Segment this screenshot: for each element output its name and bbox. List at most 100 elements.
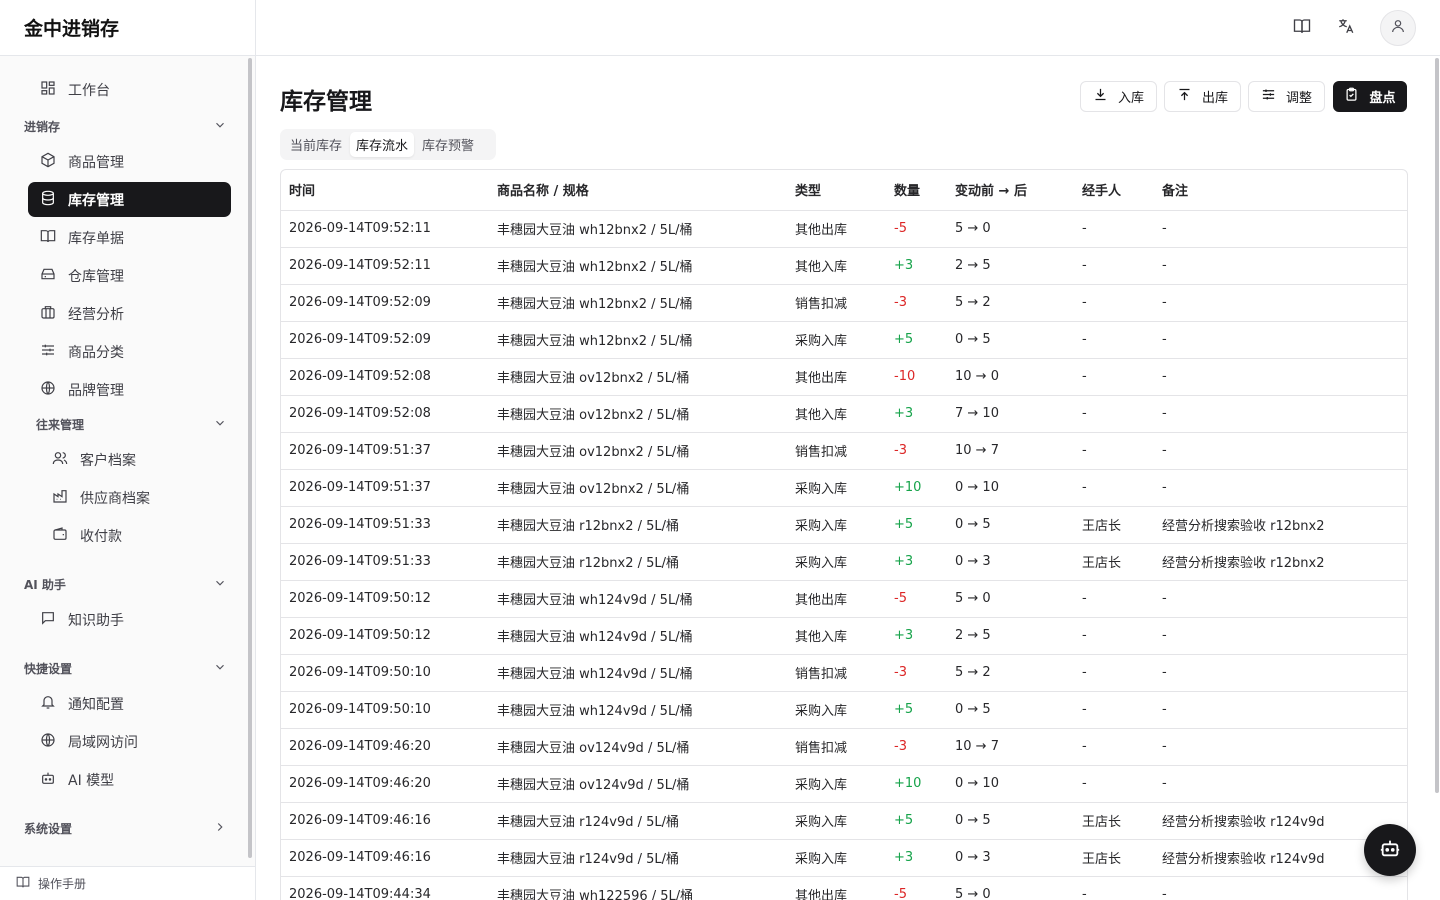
sidebar-item-analytics[interactable]: 经营分析 <box>28 296 231 331</box>
stocktake-button[interactable]: 盘点 <box>1333 81 1407 112</box>
cell-product: 丰穗园大豆油 ov12bnx2 / 5L/桶 <box>489 395 787 433</box>
cell-change: 5 → 2 <box>947 284 1074 322</box>
sidebar-item-ai-model[interactable]: AI 模型 <box>28 762 231 797</box>
cell-time: 2026-09-14T09:52:08 <box>281 358 489 396</box>
outbound-button[interactable]: 出库 <box>1164 81 1241 112</box>
cell-type: 采购入库 <box>787 802 886 840</box>
sidebar-item-brands[interactable]: 品牌管理 <box>28 372 231 407</box>
cell-handler: - <box>1074 617 1154 655</box>
inventory-tabs: 当前库存 库存流水 库存预警 <box>280 129 496 160</box>
sidebar: 金中进销存 工作台 进销存 商品管理 库存管理 库存单据 仓库管理 经营分析 商… <box>0 0 256 900</box>
sidebar-scrollbar[interactable] <box>248 58 252 858</box>
sidebar-item-warehouse[interactable]: 仓库管理 <box>28 258 231 293</box>
table-row[interactable]: 2026-09-14T09:46:20 丰穗园大豆油 ov124v9d / 5L/… <box>281 765 1407 803</box>
language-button[interactable] <box>1330 12 1362 44</box>
sidebar-item-label: 仓库管理 <box>68 268 124 285</box>
column-header-product[interactable]: 商品名称 / 规格 <box>489 170 787 211</box>
column-header-handler[interactable]: 经手人 <box>1074 170 1154 211</box>
user-avatar[interactable] <box>1380 10 1416 46</box>
dashboard-icon <box>40 80 56 100</box>
cell-type: 其他入库 <box>787 617 886 655</box>
cell-change: 0 → 3 <box>947 839 1074 877</box>
table-row[interactable]: 2026-09-14T09:51:37 丰穗园大豆油 ov12bnx2 / 5L/… <box>281 469 1407 507</box>
sidebar-item-label: 库存单据 <box>68 230 124 247</box>
table-row[interactable]: 2026-09-14T09:51:33 丰穗园大豆油 r12bnx2 / 5L/桶… <box>281 543 1407 581</box>
package-icon <box>40 152 56 172</box>
sidebar-item-label: 知识助手 <box>68 612 124 629</box>
tab-current-stock[interactable]: 当前库存 <box>284 132 348 157</box>
sidebar-item-label: 局域网访问 <box>68 734 138 751</box>
table-row[interactable]: 2026-09-14T09:52:11 丰穗园大豆油 wh12bnx2 / 5L/… <box>281 210 1407 248</box>
group-inventory[interactable]: 进销存 <box>24 114 231 138</box>
table-row[interactable]: 2026-09-14T09:50:12 丰穗园大豆油 wh124v9d / 5L/… <box>281 580 1407 618</box>
table-row[interactable]: 2026-09-14T09:52:08 丰穗园大豆油 ov12bnx2 / 5L/… <box>281 395 1407 433</box>
cell-time: 2026-09-14T09:52:11 <box>281 210 489 248</box>
cell-note: 经营分析搜索验收 r12bnx2 <box>1154 506 1407 544</box>
table-row[interactable]: 2026-09-14T09:52:09 丰穗园大豆油 wh12bnx2 / 5L/… <box>281 284 1407 322</box>
table-row[interactable]: 2026-09-14T09:50:10 丰穗园大豆油 wh124v9d / 5L/… <box>281 654 1407 692</box>
cell-quantity: -10 <box>886 358 947 396</box>
sliders-icon <box>1261 87 1276 106</box>
sidebar-item-knowledge-assistant[interactable]: 知识助手 <box>28 602 231 637</box>
group-shortcuts[interactable]: 快捷设置 <box>24 656 231 680</box>
sidebar-item-products[interactable]: 商品管理 <box>28 144 231 179</box>
cell-time: 2026-09-14T09:52:09 <box>281 321 489 359</box>
bot-icon <box>40 770 56 790</box>
cell-quantity: -3 <box>886 432 947 470</box>
sidebar-item-notifications[interactable]: 通知配置 <box>28 686 231 721</box>
sidebar-item-inventory[interactable]: 库存管理 <box>28 182 231 217</box>
cell-product: 丰穗园大豆油 ov124v9d / 5L/桶 <box>489 765 787 803</box>
column-header-type[interactable]: 类型 <box>787 170 886 211</box>
user-icon <box>1390 18 1406 38</box>
table-row[interactable]: 2026-09-14T09:51:37 丰穗园大豆油 ov12bnx2 / 5L/… <box>281 432 1407 470</box>
table-row[interactable]: 2026-09-14T09:52:09 丰穗园大豆油 wh12bnx2 / 5L/… <box>281 321 1407 359</box>
sidebar-item-lan-access[interactable]: 局域网访问 <box>28 724 231 759</box>
sidebar-item-customers[interactable]: 客户档案 <box>40 442 231 477</box>
sidebar-item-label: AI 模型 <box>68 772 115 789</box>
cell-handler: - <box>1074 395 1154 433</box>
manual-link[interactable]: 操作手册 <box>0 866 255 900</box>
cell-handler: - <box>1074 469 1154 507</box>
group-ai[interactable]: AI 助手 <box>24 572 231 596</box>
sidebar-item-stock-documents[interactable]: 库存单据 <box>28 220 231 255</box>
sidebar-item-workbench[interactable]: 工作台 <box>28 72 231 107</box>
column-header-note[interactable]: 备注 <box>1154 170 1407 211</box>
cell-change: 0 → 5 <box>947 691 1074 729</box>
cell-handler: - <box>1074 210 1154 248</box>
cell-type: 采购入库 <box>787 543 886 581</box>
table-row[interactable]: 2026-09-14T09:46:16 丰穗园大豆油 r124v9d / 5L/桶… <box>281 839 1407 877</box>
cell-change: 10 → 0 <box>947 358 1074 396</box>
table-row[interactable]: 2026-09-14T09:50:10 丰穗园大豆油 wh124v9d / 5L/… <box>281 691 1407 729</box>
table-body: 2026-09-14T09:52:11 丰穗园大豆油 wh12bnx2 / 5L/… <box>281 210 1407 900</box>
cell-quantity: +5 <box>886 802 947 840</box>
group-relations[interactable]: 往来管理 <box>36 412 231 436</box>
column-header-time[interactable]: 时间 <box>281 170 489 211</box>
ai-assistant-button[interactable] <box>1364 824 1416 876</box>
chevron-down-icon <box>213 416 231 433</box>
group-system-settings[interactable]: 系统设置 <box>24 816 231 840</box>
table-row[interactable]: 2026-09-14T09:51:33 丰穗园大豆油 r12bnx2 / 5L/桶… <box>281 506 1407 544</box>
column-header-quantity[interactable]: 数量 <box>886 170 947 211</box>
table-row[interactable]: 2026-09-14T09:46:16 丰穗园大豆油 r124v9d / 5L/桶… <box>281 802 1407 840</box>
table-row[interactable]: 2026-09-14T09:52:08 丰穗园大豆油 ov12bnx2 / 5L/… <box>281 358 1407 396</box>
cell-note: - <box>1154 284 1407 322</box>
sidebar-nav: 工作台 进销存 商品管理 库存管理 库存单据 仓库管理 经营分析 商品分类 品牌… <box>0 56 247 866</box>
cell-handler: - <box>1074 765 1154 803</box>
cell-time: 2026-09-14T09:44:34 <box>281 876 489 900</box>
sidebar-item-suppliers[interactable]: 供应商档案 <box>40 480 231 515</box>
main-scrollbar[interactable] <box>1435 58 1439 793</box>
cell-handler: - <box>1074 580 1154 618</box>
docs-button[interactable] <box>1286 12 1318 44</box>
sidebar-item-categories[interactable]: 商品分类 <box>28 334 231 369</box>
tab-stock-ledger[interactable]: 库存流水 <box>350 132 415 157</box>
cell-note: - <box>1154 728 1407 766</box>
column-header-change[interactable]: 变动前 → 后 <box>947 170 1074 211</box>
adjust-button[interactable]: 调整 <box>1248 81 1325 112</box>
table-row[interactable]: 2026-09-14T09:44:34 丰穗园大豆油 wh122596 / 5L/… <box>281 876 1407 900</box>
tab-stock-alerts[interactable]: 库存预警 <box>416 132 480 157</box>
table-row[interactable]: 2026-09-14T09:46:20 丰穗园大豆油 ov124v9d / 5L/… <box>281 728 1407 766</box>
table-row[interactable]: 2026-09-14T09:52:11 丰穗园大豆油 wh12bnx2 / 5L/… <box>281 247 1407 285</box>
sidebar-item-payments[interactable]: 收付款 <box>40 518 231 553</box>
table-row[interactable]: 2026-09-14T09:50:12 丰穗园大豆油 wh124v9d / 5L/… <box>281 617 1407 655</box>
inbound-button[interactable]: 入库 <box>1080 81 1157 112</box>
